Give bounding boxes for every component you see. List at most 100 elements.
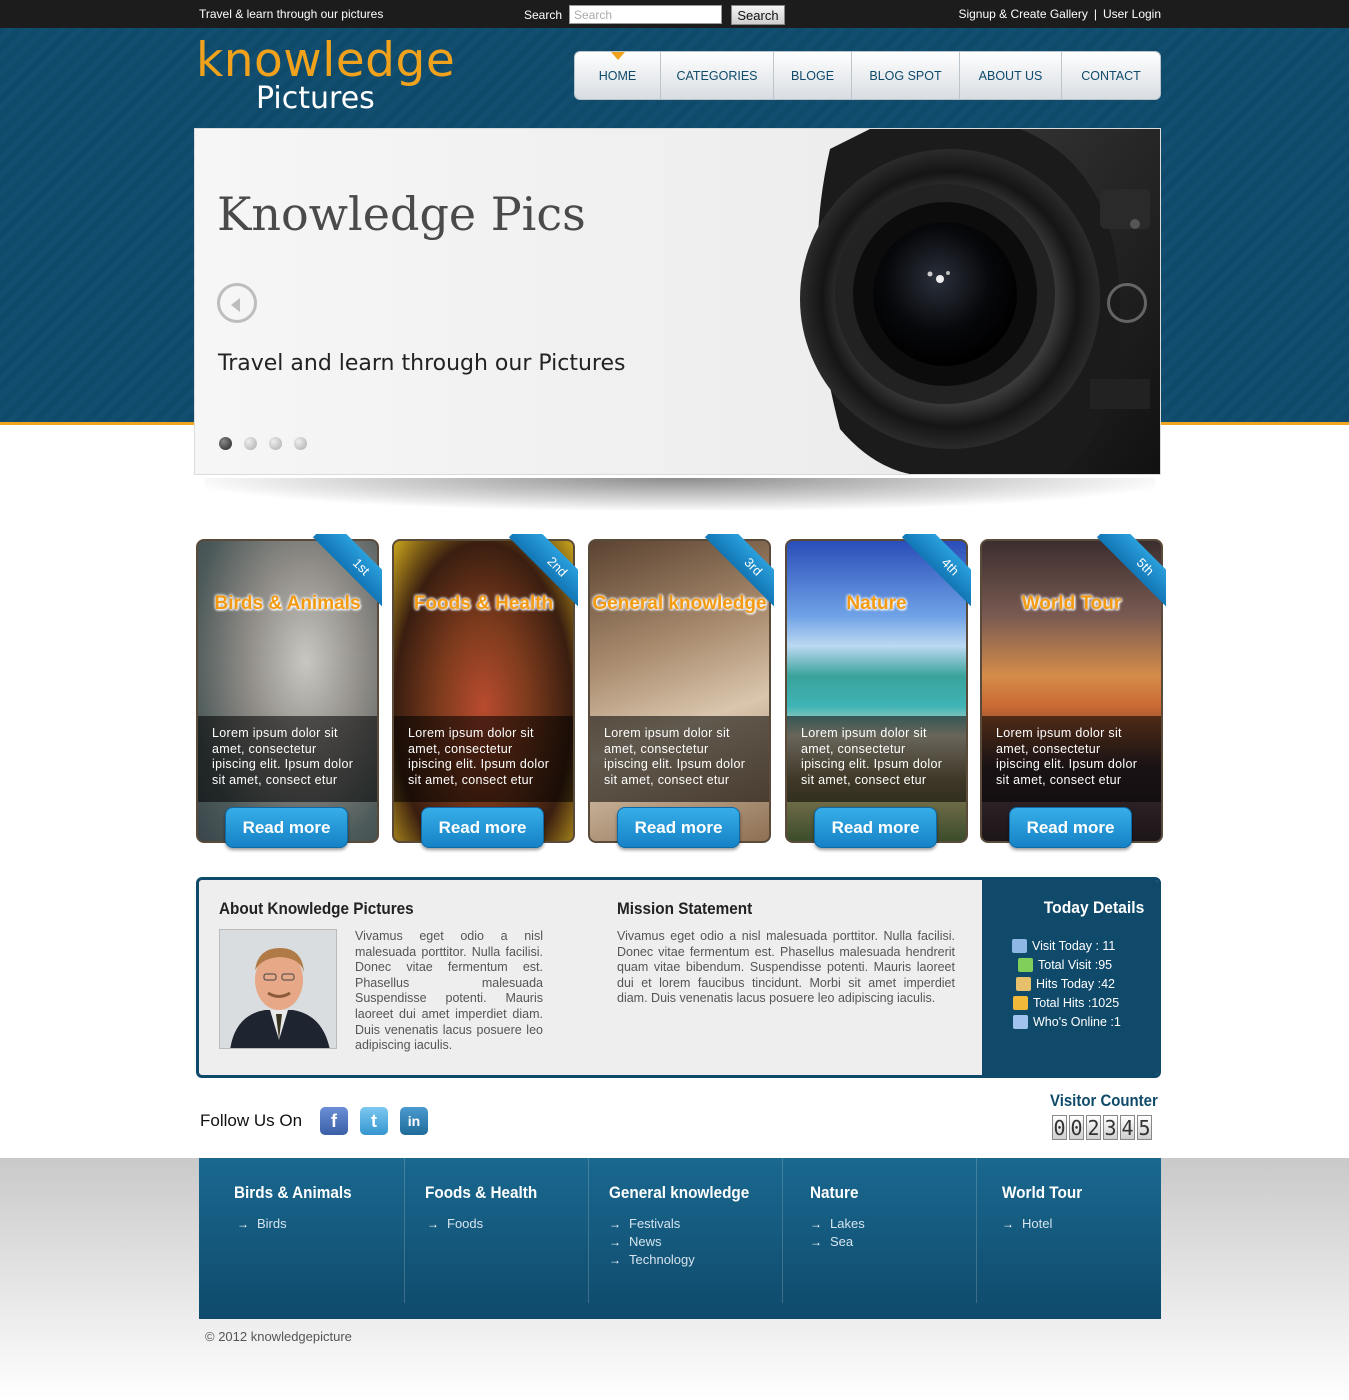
user-icon <box>1016 976 1031 991</box>
linkedin-icon[interactable]: in <box>400 1107 428 1135</box>
footer-link[interactable]: Sea <box>810 1233 865 1251</box>
footer-link[interactable]: Hotel <box>1002 1215 1052 1233</box>
rank-label: 4th <box>901 534 971 614</box>
stat-visit-today: Visit Today : 11 <box>1012 936 1152 955</box>
about-text: Vivamus eget odio a nisl malesuada portt… <box>355 929 543 1053</box>
profile-photo <box>219 929 337 1049</box>
logo-line-2: Pictures <box>256 81 375 116</box>
read-more-button[interactable]: Read more <box>617 807 740 848</box>
mission-heading: Mission Statement <box>617 899 753 918</box>
slider-dot[interactable] <box>294 437 307 450</box>
footer-link[interactable]: Festivals <box>609 1215 695 1233</box>
logo-line-1: knowledge <box>196 33 456 88</box>
today-stats: Visit Today : 11 Total Visit :95 Hits To… <box>1012 936 1152 1031</box>
rank-label: 5th <box>1096 534 1166 614</box>
footer-list: Lakes Sea <box>810 1215 865 1251</box>
footer-link[interactable]: News <box>609 1233 695 1251</box>
slider-next-icon[interactable] <box>1107 283 1147 323</box>
about-heading: About Knowledge Pictures <box>219 899 414 918</box>
footer-link[interactable]: Foods <box>427 1215 483 1233</box>
read-more-button[interactable]: Read more <box>225 807 348 848</box>
mail-icon <box>1018 957 1033 972</box>
card-description: Lorem ipsum dolor sit amet, consectetur … <box>198 716 377 802</box>
footer-heading: Birds & Animals <box>234 1183 352 1202</box>
rank-ribbon: 4th <box>891 534 971 614</box>
read-more-button[interactable]: Read more <box>421 807 544 848</box>
slider-subtitle: Travel and learn through our Pictures <box>218 351 626 376</box>
nav-about-us[interactable]: ABOUT US <box>960 52 1062 99</box>
footer-heading: Foods & Health <box>425 1183 538 1202</box>
nav-bloge[interactable]: BLOGE <box>774 52 852 99</box>
footer-heading: World Tour <box>1002 1183 1083 1202</box>
stat-hits-today: Hits Today :42 <box>1012 974 1152 993</box>
stat-whos-online: Who's Online :1 <box>1012 1012 1152 1031</box>
main-nav: HOME CATEGORIES BLOGE BLOG SPOT ABOUT US… <box>574 51 1161 100</box>
slider-dot[interactable] <box>244 437 257 450</box>
counter-digit: 0 <box>1069 1115 1084 1140</box>
footer-link[interactable]: Lakes <box>810 1215 865 1233</box>
stat-total-hits: Total Hits :1025 <box>1012 993 1152 1012</box>
search-input[interactable] <box>569 5 722 24</box>
footer-col-foods-health: Foods & Health Foods <box>405 1158 589 1303</box>
slider-dots <box>219 437 307 450</box>
footer-list: Birds <box>237 1215 287 1233</box>
camera-image <box>800 129 1160 474</box>
slider-prev-icon[interactable] <box>217 283 257 323</box>
footer-col-general-knowledge: General knowledge Festivals News Technol… <box>589 1158 783 1303</box>
slider-shadow <box>205 478 1155 510</box>
footer-col-nature: Nature Lakes Sea <box>783 1158 977 1303</box>
search-button[interactable]: Search <box>731 5 785 25</box>
slider-dot[interactable] <box>269 437 282 450</box>
copyright: © 2012 knowledgepicture <box>205 1329 352 1344</box>
footer-list: Foods <box>427 1215 483 1233</box>
online-user-icon <box>1013 1014 1028 1029</box>
stat-label: Visit Today : 11 <box>1032 938 1116 953</box>
slider-title: Knowledge Pics <box>217 187 586 241</box>
follow-label: Follow Us On <box>200 1111 303 1130</box>
card-description: Lorem ipsum dolor sit amet, consectetur … <box>394 716 573 802</box>
stat-label: Total Visit :95 <box>1038 957 1113 972</box>
footer-link[interactable]: Birds <box>237 1215 287 1233</box>
today-heading: Today Details <box>1043 898 1144 917</box>
stat-label: Total Hits :1025 <box>1033 995 1120 1010</box>
rank-ribbon: 2nd <box>498 534 578 614</box>
link-separator: | <box>1093 7 1097 21</box>
slider-dot[interactable] <box>219 437 232 450</box>
twitter-icon[interactable]: t <box>360 1107 388 1135</box>
visitor-counter: 0 0 2 3 4 5 <box>1052 1115 1152 1140</box>
footer-links-panel: Birds & Animals Birds Foods & Health Foo… <box>199 1158 1161 1319</box>
rank-ribbon: 3rd <box>694 534 774 614</box>
read-more-button[interactable]: Read more <box>814 807 937 848</box>
nav-home[interactable]: HOME <box>575 52 661 99</box>
users-icon <box>1012 938 1027 953</box>
nav-categories[interactable]: CATEGORIES <box>661 52 774 99</box>
card-description: Lorem ipsum dolor sit amet, consectetur … <box>590 716 769 802</box>
site-logo[interactable]: knowledge Pictures <box>196 33 456 117</box>
stat-label: Who's Online :1 <box>1033 1014 1121 1029</box>
top-bar: Travel & learn through our pictures Sear… <box>0 0 1349 28</box>
card-description: Lorem ipsum dolor sit amet, consectetur … <box>982 716 1161 802</box>
counter-digit: 5 <box>1137 1115 1152 1140</box>
footer-col-world-tour: World Tour Hotel <box>977 1158 1161 1303</box>
search-label: Search <box>524 8 563 22</box>
counter-digit: 0 <box>1052 1115 1067 1140</box>
rank-ribbon: 1st <box>302 534 382 614</box>
facebook-icon[interactable]: f <box>320 1107 348 1135</box>
counter-digit: 2 <box>1086 1115 1101 1140</box>
visitor-counter-heading: Visitor Counter <box>1050 1091 1158 1110</box>
counter-digit: 3 <box>1103 1115 1118 1140</box>
hero-slider: Knowledge Pics Travel and learn through … <box>194 128 1161 475</box>
chart-icon <box>1013 995 1028 1010</box>
nav-blog-spot[interactable]: BLOG SPOT <box>852 52 960 99</box>
read-more-button[interactable]: Read more <box>1009 807 1132 848</box>
footer-list: Hotel <box>1002 1215 1052 1233</box>
signup-link[interactable]: Signup & Create Gallery <box>958 7 1087 21</box>
card-description: Lorem ipsum dolor sit amet, consectetur … <box>787 716 966 802</box>
login-link[interactable]: User Login <box>1103 7 1161 21</box>
footer-link[interactable]: Technology <box>609 1251 695 1269</box>
nav-contact[interactable]: CONTACT <box>1062 52 1160 99</box>
footer-heading: General knowledge <box>609 1183 750 1202</box>
info-panel: About Knowledge Pictures Vivamus eget od… <box>196 877 1161 1078</box>
rank-label: 2nd <box>508 534 578 614</box>
rank-label: 1st <box>312 534 382 614</box>
